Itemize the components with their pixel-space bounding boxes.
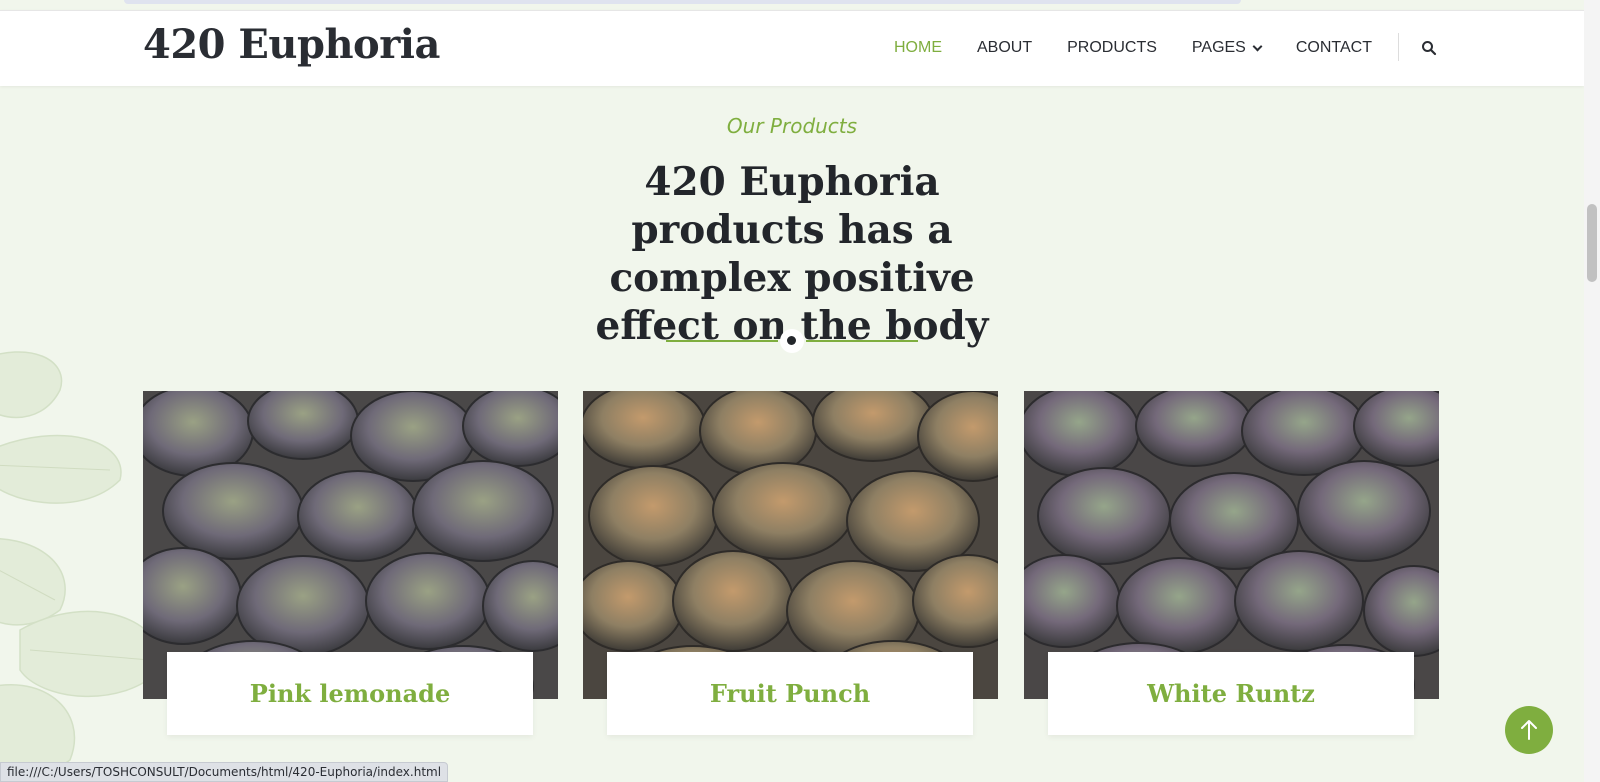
browser-top-strip <box>124 0 1241 4</box>
chevron-down-icon <box>1252 41 1263 51</box>
title-divider <box>666 329 918 353</box>
arrow-up-icon <box>1521 720 1537 740</box>
scrollbar-thumb[interactable] <box>1587 204 1597 282</box>
section-title: 420 Euphoria products has a complex posi… <box>595 159 989 349</box>
product-name-box[interactable]: White Runtz <box>1048 652 1414 735</box>
nav-divider <box>1398 33 1399 61</box>
product-name-box[interactable]: Pink lemonade <box>167 652 533 735</box>
section-eyebrow: Our Products <box>726 114 858 138</box>
product-name: Pink lemonade <box>249 679 451 708</box>
site-header: 420 Euphoria HOME ABOUT PRODUCTS PAGES C… <box>0 10 1584 86</box>
nav-about[interactable]: ABOUT <box>977 39 1032 57</box>
product-card[interactable]: Fruit Punch <box>583 391 998 736</box>
search-icon[interactable] <box>1421 40 1439 58</box>
nav-home[interactable]: HOME <box>894 39 942 57</box>
product-card[interactable]: Pink lemonade <box>143 391 558 736</box>
nav-contact[interactable]: CONTACT <box>1296 39 1372 57</box>
site-logo[interactable]: 420 Euphoria <box>143 21 440 68</box>
nav-products[interactable]: PRODUCTS <box>1067 39 1157 57</box>
back-to-top-button[interactable] <box>1505 706 1553 754</box>
product-name-box[interactable]: Fruit Punch <box>607 652 973 735</box>
page-scrollbar[interactable] <box>1584 0 1600 782</box>
product-name: White Runtz <box>1147 679 1315 708</box>
nav-pages[interactable]: PAGES <box>1192 39 1263 57</box>
status-bar-url: file:///C:/Users/TOSHCONSULT/Documents/h… <box>0 762 449 782</box>
product-name: Fruit Punch <box>709 679 871 708</box>
main-nav: HOME ABOUT PRODUCTS PAGES CONTACT <box>894 39 1407 57</box>
product-card[interactable]: White Runtz <box>1024 391 1439 736</box>
